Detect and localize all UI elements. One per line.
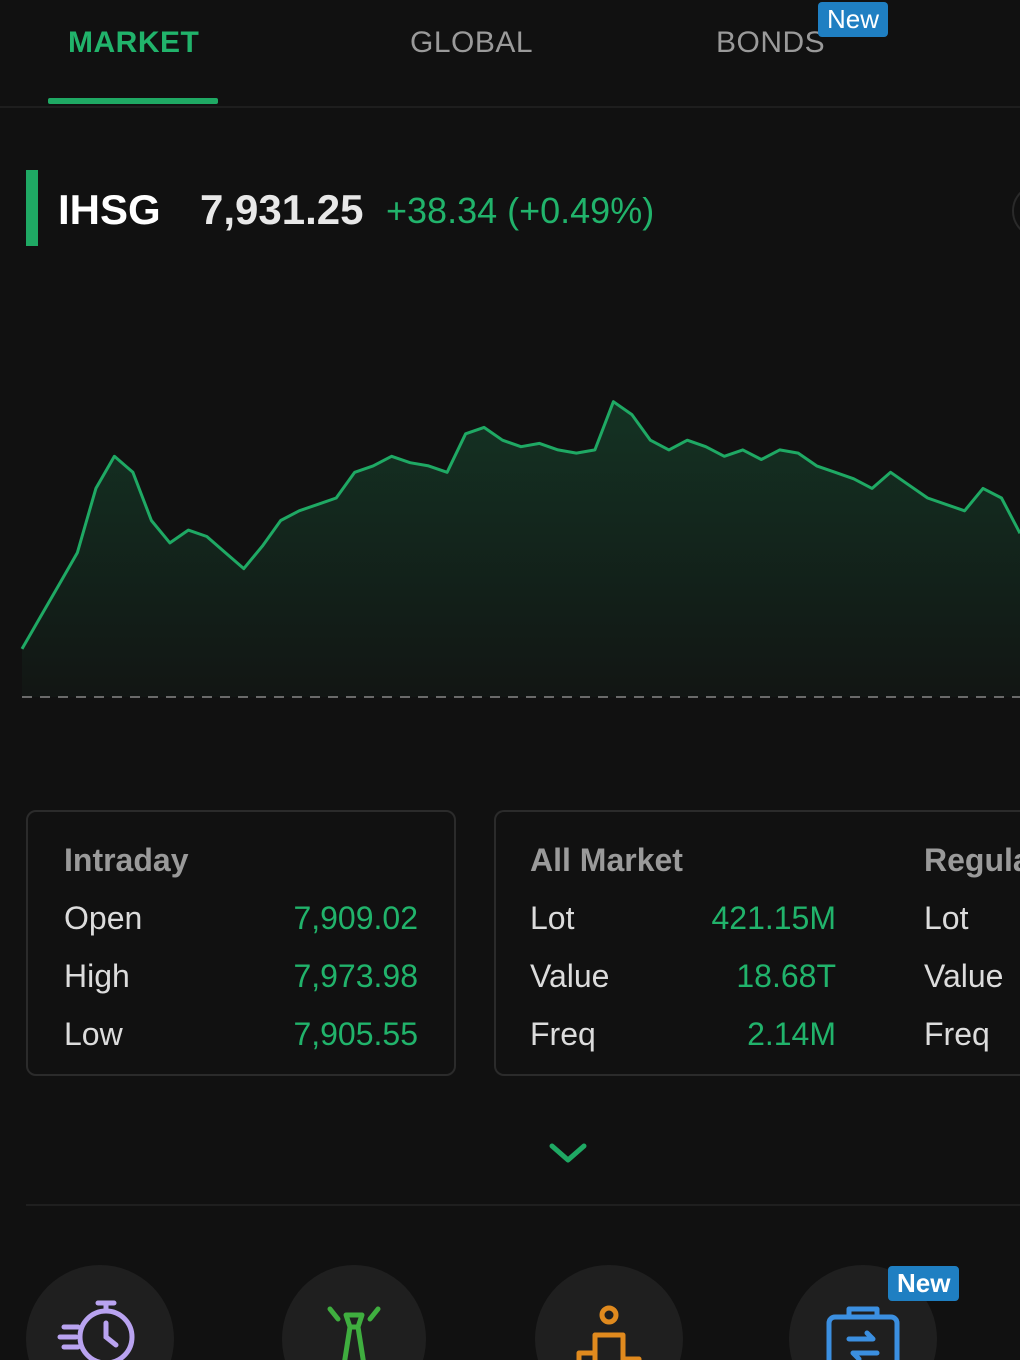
chevron-down-icon[interactable] xyxy=(548,1138,588,1168)
row-label-lot: Lot xyxy=(530,900,575,936)
market-screen: MARKET GLOBAL BONDS New IHSG 7,931.25 +3… xyxy=(0,0,1020,1360)
row-label-regular-value: Value xyxy=(924,958,1004,994)
podium-shortcut-button[interactable] xyxy=(535,1265,683,1360)
card-title-intraday: Intraday xyxy=(64,842,189,878)
row-label-regular-lot: Lot xyxy=(924,900,969,936)
tab-bonds[interactable]: BONDS xyxy=(716,26,825,60)
row-label-open: Open xyxy=(64,900,143,936)
tab-global[interactable]: GLOBAL xyxy=(410,26,533,60)
podium-icon xyxy=(576,1305,642,1360)
new-feature-badge: New xyxy=(888,1266,960,1301)
active-tab-indicator xyxy=(48,98,218,104)
row-value-high: 7,973.98 xyxy=(293,958,418,994)
tie-shortcut-button[interactable] xyxy=(282,1265,426,1360)
row-label-regular-freq: Freq xyxy=(924,1016,990,1052)
card-title-regular: Regula xyxy=(924,842,1020,878)
intraday-chart[interactable] xyxy=(0,300,1020,720)
timer-shortcut-button[interactable] xyxy=(26,1265,174,1360)
intraday-card: Intraday Open 7,909.02 High 7,973.98 Low… xyxy=(26,810,456,1076)
new-badge: New xyxy=(818,2,889,37)
card-title-all-market: All Market xyxy=(530,842,683,878)
tie-icon xyxy=(327,1306,381,1360)
row-value-open: 7,909.02 xyxy=(293,900,418,936)
row-label-freq: Freq xyxy=(530,1016,596,1052)
timer-icon xyxy=(57,1300,135,1360)
section-divider xyxy=(26,1204,1020,1206)
market-summary-card: All Market Lot 421.15M Value 18.68T Freq… xyxy=(494,810,1020,1076)
row-value-value: 18.68T xyxy=(736,958,836,994)
index-change: +38.34 (+0.49%) xyxy=(386,190,655,231)
index-name: IHSG xyxy=(58,186,161,233)
row-value-low: 7,905.55 xyxy=(293,1016,418,1052)
row-label-low: Low xyxy=(64,1016,123,1052)
info-button[interactable] xyxy=(1012,184,1020,238)
row-value-freq: 2.14M xyxy=(747,1016,836,1052)
row-label-high: High xyxy=(64,958,130,994)
index-price: 7,931.25 xyxy=(200,186,364,233)
tab-market[interactable]: MARKET xyxy=(68,26,199,60)
tab-bar: MARKET GLOBAL BONDS New xyxy=(0,0,1020,108)
row-label-value: Value xyxy=(530,958,610,994)
index-accent-bar xyxy=(26,170,38,246)
row-value-lot: 421.15M xyxy=(711,900,836,936)
